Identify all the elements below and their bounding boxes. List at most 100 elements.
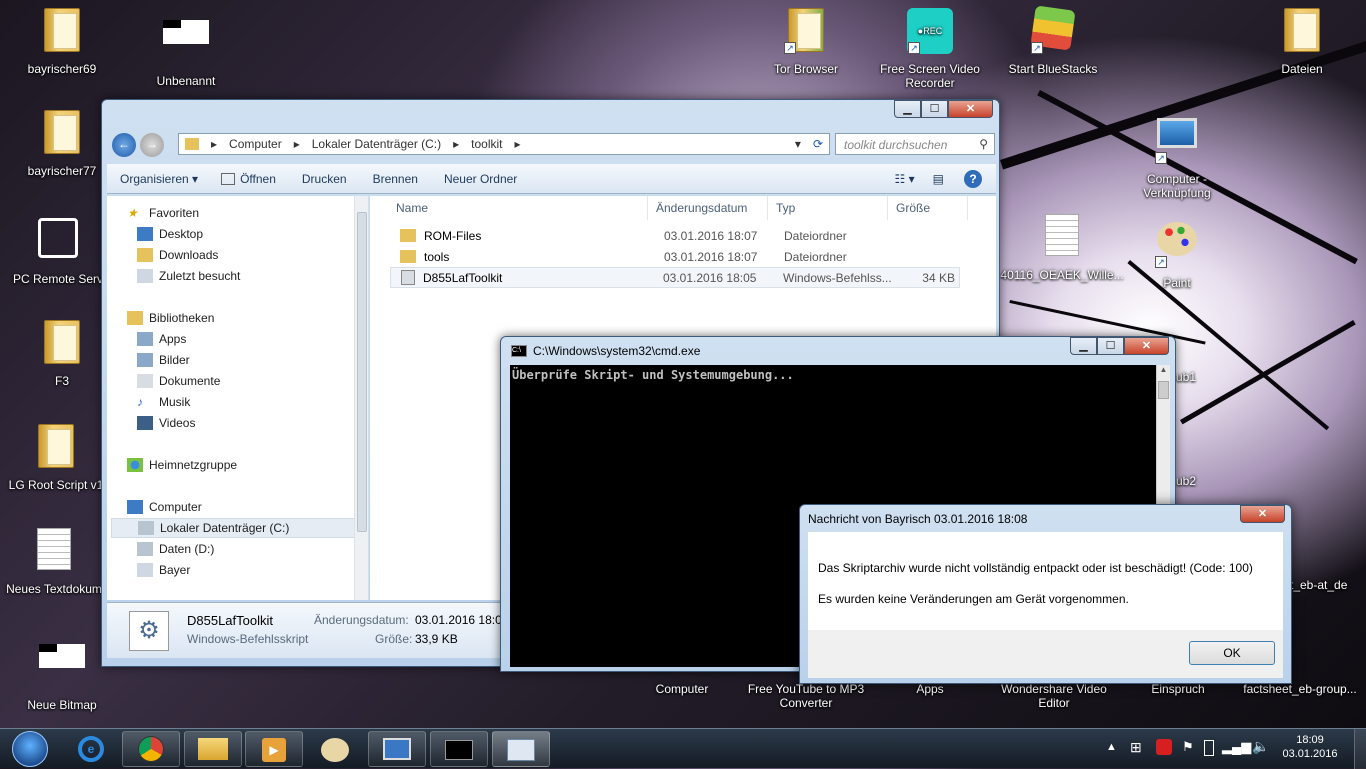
nav-bayer[interactable]: Bayer — [137, 563, 190, 577]
open-button[interactable]: Öffnen — [235, 172, 289, 186]
desktop-icon-t-eb-at-de[interactable]: t_eb-at_de — [1290, 578, 1360, 592]
organize-menu[interactable]: Organisieren ▾ — [107, 172, 211, 186]
nav-videos[interactable]: Videos — [137, 416, 195, 430]
address-bar[interactable]: ▸ Computer ▸ Lokaler Datenträger (C:) ▸ … — [178, 133, 830, 155]
clock[interactable]: 18:09 03.01.2016 — [1278, 734, 1342, 760]
breadcrumb-drive-c[interactable]: Lokaler Datenträger (C:) — [312, 137, 441, 151]
nav-documents[interactable]: Dokumente — [137, 374, 220, 388]
back-button[interactable]: ← — [112, 133, 136, 157]
desktop-icon-neues-textdokument[interactable]: Neues Textdokum — [4, 528, 104, 596]
volume-icon[interactable]: 🔈 — [1252, 738, 1269, 755]
refresh-icon[interactable]: ⟳ — [813, 137, 823, 151]
nav-label: Bibliotheken — [149, 311, 215, 325]
desktop-icon-wondershare[interactable]: Wondershare Video Editor — [996, 682, 1112, 710]
nav-downloads[interactable]: Downloads — [137, 248, 218, 262]
homegroup-icon — [127, 458, 143, 472]
scroll-up-icon[interactable]: ▲ — [1157, 365, 1170, 379]
nav-recent[interactable]: Zuletzt besucht — [137, 269, 240, 283]
nav-drive-c[interactable]: Lokaler Datenträger (C:) — [111, 518, 357, 538]
ok-button[interactable]: OK — [1189, 641, 1275, 665]
desktop-icon-ub2[interactable]: ub2 — [1176, 474, 1206, 488]
desktop-icon — [137, 227, 153, 241]
dropdown-icon[interactable]: ▾ — [795, 137, 801, 151]
taskbar-chrome[interactable] — [122, 731, 180, 767]
action-center-flag-icon[interactable]: ⚑ — [1182, 739, 1194, 755]
breadcrumb-computer[interactable]: Computer — [229, 137, 282, 151]
shortcut-arrow-icon: ↗ — [1155, 256, 1167, 268]
nav-pictures[interactable]: Bilder — [137, 353, 190, 367]
search-input[interactable]: toolkit durchsuchen ⚲ — [835, 133, 995, 155]
nav-desktop[interactable]: Desktop — [137, 227, 203, 241]
file-row[interactable]: tools 03.01.2016 18:07 Dateiordner — [390, 246, 960, 267]
taskbar-internet-explorer[interactable]: e — [62, 731, 120, 767]
taskbar-paint[interactable] — [306, 731, 364, 767]
minimize-button[interactable]: ▁ — [894, 100, 921, 118]
column-header-name[interactable]: Name — [388, 196, 648, 220]
nav-computer[interactable]: Computer — [127, 500, 202, 514]
print-button[interactable]: Drucken — [289, 172, 360, 186]
desktop-icon-factsheet[interactable]: factsheet_eb-group... — [1238, 682, 1362, 696]
desktop-icon-pc-remote-serv[interactable]: PC Remote Serv — [8, 218, 108, 286]
desktop-icon-free-youtube-to-mp3[interactable]: Free YouTube to MP3 Converter — [742, 682, 870, 710]
nav-music[interactable]: ♪ Musik — [137, 395, 190, 409]
desktop-icon-ub1[interactable]: ub1 — [1176, 370, 1206, 384]
show-hidden-icons-icon[interactable]: ▲ — [1106, 741, 1117, 753]
nav-label: Bilder — [159, 353, 190, 367]
taskbar-cmd[interactable] — [430, 731, 488, 767]
desktop-icon-paint[interactable]: ↗ Paint — [1127, 218, 1227, 290]
taskbar-message[interactable] — [492, 731, 550, 767]
forward-button[interactable]: → — [140, 133, 164, 157]
nav-favorites[interactable]: ★ Favoriten — [127, 206, 199, 220]
show-desktop-button[interactable] — [1354, 729, 1366, 769]
taskbar-explorer[interactable] — [184, 731, 242, 767]
message-dialog[interactable]: Nachricht von Bayrisch 03.01.2016 18:08 … — [799, 504, 1292, 684]
desktop-icon-tor-browser[interactable]: ↗ Tor Browser — [756, 8, 856, 76]
nav-label: Desktop — [159, 227, 204, 241]
desktop-icon-lg-root-script[interactable]: LG Root Script v1 — [6, 424, 106, 492]
desktop-icon-f3[interactable]: F3 — [12, 320, 112, 388]
desktop-icon-bayrischer69[interactable]: bayrischer69 — [12, 8, 112, 76]
desktop-icon-pdf-40116[interactable]: 40116_OEAEK_Wille... — [1000, 214, 1124, 282]
desktop-icon-computer-verknuepfung[interactable]: ↗ Computer - Verknüpfung — [1127, 114, 1227, 200]
nav-apps[interactable]: Apps — [137, 332, 186, 346]
close-button[interactable]: ✕ — [1124, 337, 1169, 355]
file-row-selected[interactable]: D855LafToolkit 03.01.2016 18:05 Windows-… — [390, 267, 960, 288]
file-row[interactable]: ROM-Files 03.01.2016 18:07 Dateiordner — [390, 225, 960, 246]
desktop-icon-unbenannt[interactable]: Unbenannt — [136, 8, 236, 88]
view-options-icon[interactable]: ☷ ▾ — [895, 172, 915, 186]
new-folder-button[interactable]: Neuer Ordner — [431, 172, 530, 186]
desktop-icon-free-screen-video-recorder[interactable]: ●REC ↗ Free Screen Video Recorder — [880, 8, 980, 90]
nav-libraries[interactable]: Bibliotheken — [127, 311, 214, 325]
battery-icon[interactable] — [1204, 740, 1214, 756]
desktop-icon-computer[interactable]: Computer — [632, 682, 732, 696]
taskbar-media-player[interactable]: ▶ — [245, 731, 303, 767]
desktop-icon-start-bluestacks[interactable]: ↗ Start BlueStacks — [1003, 5, 1103, 76]
dialog-title: Nachricht von Bayrisch 03.01.2016 18:08 — [808, 512, 1028, 526]
column-header-type[interactable]: Typ — [768, 196, 888, 220]
desktop-icon-apps[interactable]: Apps — [880, 682, 980, 696]
network-signal-icon[interactable]: ▂▄▆ — [1222, 739, 1251, 755]
close-button[interactable]: ✕ — [948, 100, 993, 118]
desktop-icon-dateien[interactable]: Dateien — [1252, 8, 1352, 76]
column-header-size[interactable]: Größe — [888, 196, 968, 220]
preview-pane-icon[interactable]: ▤ — [933, 172, 944, 186]
breadcrumb-toolkit[interactable]: toolkit — [471, 137, 502, 151]
minimize-button[interactable]: ▁ — [1070, 337, 1097, 355]
desktop-icon-neue-bitmap[interactable]: Neue Bitmap — [12, 632, 112, 712]
nav-drive-d[interactable]: Daten (D:) — [137, 542, 214, 556]
taskbar-remote-desktop[interactable] — [368, 731, 426, 767]
close-button[interactable]: ✕ — [1240, 505, 1285, 523]
desktop-icon-einspruch[interactable]: Einspruch — [1128, 682, 1228, 696]
start-button[interactable] — [4, 729, 56, 769]
column-header-date[interactable]: Änderungsdatum — [648, 196, 768, 220]
windows-flag-icon[interactable]: ⊞ — [1130, 739, 1142, 756]
nav-homegroup[interactable]: Heimnetzgruppe — [127, 458, 237, 472]
acrobat-icon[interactable] — [1156, 739, 1172, 755]
nav-scrollbar[interactable] — [354, 196, 368, 600]
desktop-icon-label: Computer — [655, 682, 709, 696]
maximize-button[interactable]: ☐ — [1097, 337, 1124, 355]
burn-button[interactable]: Brennen — [360, 172, 431, 186]
help-icon[interactable]: ? — [964, 169, 982, 188]
desktop-icon-bayrischer77[interactable]: bayrischer77 — [12, 110, 112, 178]
maximize-button[interactable]: ☐ — [921, 100, 948, 118]
